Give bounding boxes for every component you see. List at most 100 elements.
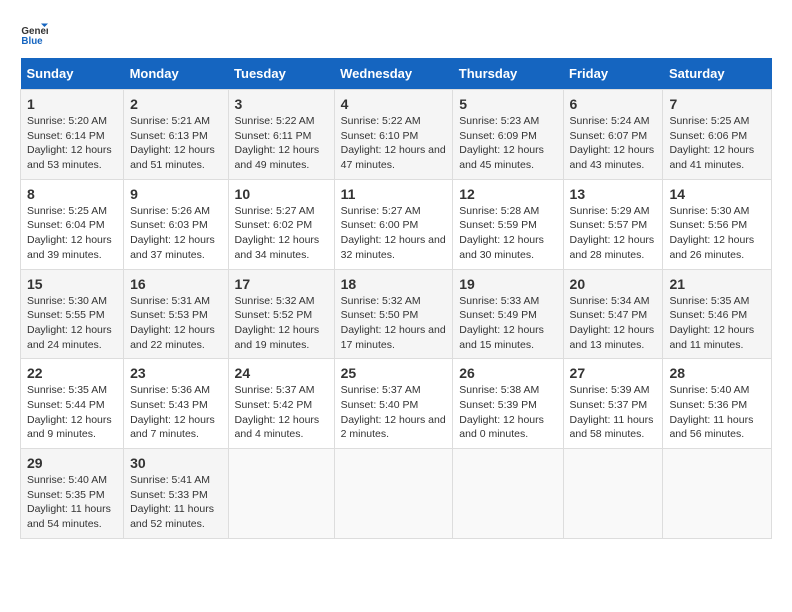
logo: General Blue <box>20 20 52 48</box>
calendar-cell: 20 Sunrise: 5:34 AM Sunset: 5:47 PM Dayl… <box>563 269 663 359</box>
day-number: 20 <box>570 276 657 292</box>
day-info: Sunrise: 5:27 AM Sunset: 6:02 PM Dayligh… <box>235 204 328 263</box>
calendar-cell: 29 Sunrise: 5:40 AM Sunset: 5:35 PM Dayl… <box>21 449 124 539</box>
day-number: 14 <box>669 186 765 202</box>
calendar-cell: 7 Sunrise: 5:25 AM Sunset: 6:06 PM Dayli… <box>663 90 772 180</box>
day-info: Sunrise: 5:26 AM Sunset: 6:03 PM Dayligh… <box>130 204 221 263</box>
day-number: 25 <box>341 365 447 381</box>
calendar-cell: 18 Sunrise: 5:32 AM Sunset: 5:50 PM Dayl… <box>334 269 453 359</box>
calendar-cell: 6 Sunrise: 5:24 AM Sunset: 6:07 PM Dayli… <box>563 90 663 180</box>
day-info: Sunrise: 5:27 AM Sunset: 6:00 PM Dayligh… <box>341 204 447 263</box>
day-number: 4 <box>341 96 447 112</box>
day-number: 19 <box>459 276 556 292</box>
day-number: 29 <box>27 455 117 471</box>
day-number: 30 <box>130 455 221 471</box>
header-sunday: Sunday <box>21 58 124 90</box>
calendar-cell: 24 Sunrise: 5:37 AM Sunset: 5:42 PM Dayl… <box>228 359 334 449</box>
calendar-cell: 17 Sunrise: 5:32 AM Sunset: 5:52 PM Dayl… <box>228 269 334 359</box>
day-info: Sunrise: 5:28 AM Sunset: 5:59 PM Dayligh… <box>459 204 556 263</box>
day-number: 28 <box>669 365 765 381</box>
calendar-cell: 12 Sunrise: 5:28 AM Sunset: 5:59 PM Dayl… <box>453 179 563 269</box>
day-info: Sunrise: 5:30 AM Sunset: 5:56 PM Dayligh… <box>669 204 765 263</box>
header: General Blue <box>20 20 772 48</box>
day-number: 6 <box>570 96 657 112</box>
day-number: 15 <box>27 276 117 292</box>
day-number: 21 <box>669 276 765 292</box>
day-info: Sunrise: 5:23 AM Sunset: 6:09 PM Dayligh… <box>459 114 556 173</box>
calendar-cell: 11 Sunrise: 5:27 AM Sunset: 6:00 PM Dayl… <box>334 179 453 269</box>
header-monday: Monday <box>124 58 228 90</box>
calendar-cell: 2 Sunrise: 5:21 AM Sunset: 6:13 PM Dayli… <box>124 90 228 180</box>
day-number: 10 <box>235 186 328 202</box>
calendar-cell: 22 Sunrise: 5:35 AM Sunset: 5:44 PM Dayl… <box>21 359 124 449</box>
calendar-cell <box>228 449 334 539</box>
calendar-cell <box>334 449 453 539</box>
day-number: 7 <box>669 96 765 112</box>
day-number: 12 <box>459 186 556 202</box>
calendar-cell: 9 Sunrise: 5:26 AM Sunset: 6:03 PM Dayli… <box>124 179 228 269</box>
day-number: 3 <box>235 96 328 112</box>
day-info: Sunrise: 5:39 AM Sunset: 5:37 PM Dayligh… <box>570 383 657 442</box>
day-info: Sunrise: 5:30 AM Sunset: 5:55 PM Dayligh… <box>27 294 117 353</box>
day-info: Sunrise: 5:22 AM Sunset: 6:11 PM Dayligh… <box>235 114 328 173</box>
calendar-cell: 4 Sunrise: 5:22 AM Sunset: 6:10 PM Dayli… <box>334 90 453 180</box>
day-number: 23 <box>130 365 221 381</box>
day-info: Sunrise: 5:40 AM Sunset: 5:35 PM Dayligh… <box>27 473 117 532</box>
day-info: Sunrise: 5:32 AM Sunset: 5:50 PM Dayligh… <box>341 294 447 353</box>
calendar-week-row: 8 Sunrise: 5:25 AM Sunset: 6:04 PM Dayli… <box>21 179 772 269</box>
day-info: Sunrise: 5:24 AM Sunset: 6:07 PM Dayligh… <box>570 114 657 173</box>
header-tuesday: Tuesday <box>228 58 334 90</box>
calendar-cell: 16 Sunrise: 5:31 AM Sunset: 5:53 PM Dayl… <box>124 269 228 359</box>
calendar-cell: 13 Sunrise: 5:29 AM Sunset: 5:57 PM Dayl… <box>563 179 663 269</box>
calendar-cell: 25 Sunrise: 5:37 AM Sunset: 5:40 PM Dayl… <box>334 359 453 449</box>
calendar-cell <box>663 449 772 539</box>
day-info: Sunrise: 5:35 AM Sunset: 5:44 PM Dayligh… <box>27 383 117 442</box>
day-info: Sunrise: 5:25 AM Sunset: 6:06 PM Dayligh… <box>669 114 765 173</box>
calendar-cell: 3 Sunrise: 5:22 AM Sunset: 6:11 PM Dayli… <box>228 90 334 180</box>
calendar-week-row: 29 Sunrise: 5:40 AM Sunset: 5:35 PM Dayl… <box>21 449 772 539</box>
calendar-cell: 26 Sunrise: 5:38 AM Sunset: 5:39 PM Dayl… <box>453 359 563 449</box>
day-number: 16 <box>130 276 221 292</box>
calendar-week-row: 1 Sunrise: 5:20 AM Sunset: 6:14 PM Dayli… <box>21 90 772 180</box>
day-info: Sunrise: 5:34 AM Sunset: 5:47 PM Dayligh… <box>570 294 657 353</box>
day-info: Sunrise: 5:37 AM Sunset: 5:40 PM Dayligh… <box>341 383 447 442</box>
day-info: Sunrise: 5:29 AM Sunset: 5:57 PM Dayligh… <box>570 204 657 263</box>
day-info: Sunrise: 5:32 AM Sunset: 5:52 PM Dayligh… <box>235 294 328 353</box>
day-number: 17 <box>235 276 328 292</box>
day-number: 5 <box>459 96 556 112</box>
calendar-cell <box>453 449 563 539</box>
calendar-week-row: 22 Sunrise: 5:35 AM Sunset: 5:44 PM Dayl… <box>21 359 772 449</box>
calendar-cell: 15 Sunrise: 5:30 AM Sunset: 5:55 PM Dayl… <box>21 269 124 359</box>
header-wednesday: Wednesday <box>334 58 453 90</box>
day-info: Sunrise: 5:41 AM Sunset: 5:33 PM Dayligh… <box>130 473 221 532</box>
calendar-cell: 1 Sunrise: 5:20 AM Sunset: 6:14 PM Dayli… <box>21 90 124 180</box>
day-number: 9 <box>130 186 221 202</box>
calendar-table: SundayMondayTuesdayWednesdayThursdayFrid… <box>20 58 772 539</box>
calendar-week-row: 15 Sunrise: 5:30 AM Sunset: 5:55 PM Dayl… <box>21 269 772 359</box>
calendar-cell: 8 Sunrise: 5:25 AM Sunset: 6:04 PM Dayli… <box>21 179 124 269</box>
day-info: Sunrise: 5:35 AM Sunset: 5:46 PM Dayligh… <box>669 294 765 353</box>
day-number: 1 <box>27 96 117 112</box>
header-friday: Friday <box>563 58 663 90</box>
day-number: 8 <box>27 186 117 202</box>
svg-text:Blue: Blue <box>21 36 43 47</box>
day-info: Sunrise: 5:38 AM Sunset: 5:39 PM Dayligh… <box>459 383 556 442</box>
calendar-cell: 23 Sunrise: 5:36 AM Sunset: 5:43 PM Dayl… <box>124 359 228 449</box>
calendar-cell: 5 Sunrise: 5:23 AM Sunset: 6:09 PM Dayli… <box>453 90 563 180</box>
day-info: Sunrise: 5:25 AM Sunset: 6:04 PM Dayligh… <box>27 204 117 263</box>
day-info: Sunrise: 5:37 AM Sunset: 5:42 PM Dayligh… <box>235 383 328 442</box>
day-info: Sunrise: 5:22 AM Sunset: 6:10 PM Dayligh… <box>341 114 447 173</box>
day-info: Sunrise: 5:36 AM Sunset: 5:43 PM Dayligh… <box>130 383 221 442</box>
day-info: Sunrise: 5:21 AM Sunset: 6:13 PM Dayligh… <box>130 114 221 173</box>
calendar-cell: 19 Sunrise: 5:33 AM Sunset: 5:49 PM Dayl… <box>453 269 563 359</box>
day-number: 11 <box>341 186 447 202</box>
day-number: 2 <box>130 96 221 112</box>
calendar-cell: 30 Sunrise: 5:41 AM Sunset: 5:33 PM Dayl… <box>124 449 228 539</box>
calendar-cell: 28 Sunrise: 5:40 AM Sunset: 5:36 PM Dayl… <box>663 359 772 449</box>
logo-icon: General Blue <box>20 20 48 48</box>
day-number: 22 <box>27 365 117 381</box>
calendar-cell: 27 Sunrise: 5:39 AM Sunset: 5:37 PM Dayl… <box>563 359 663 449</box>
day-number: 24 <box>235 365 328 381</box>
header-saturday: Saturday <box>663 58 772 90</box>
day-number: 13 <box>570 186 657 202</box>
